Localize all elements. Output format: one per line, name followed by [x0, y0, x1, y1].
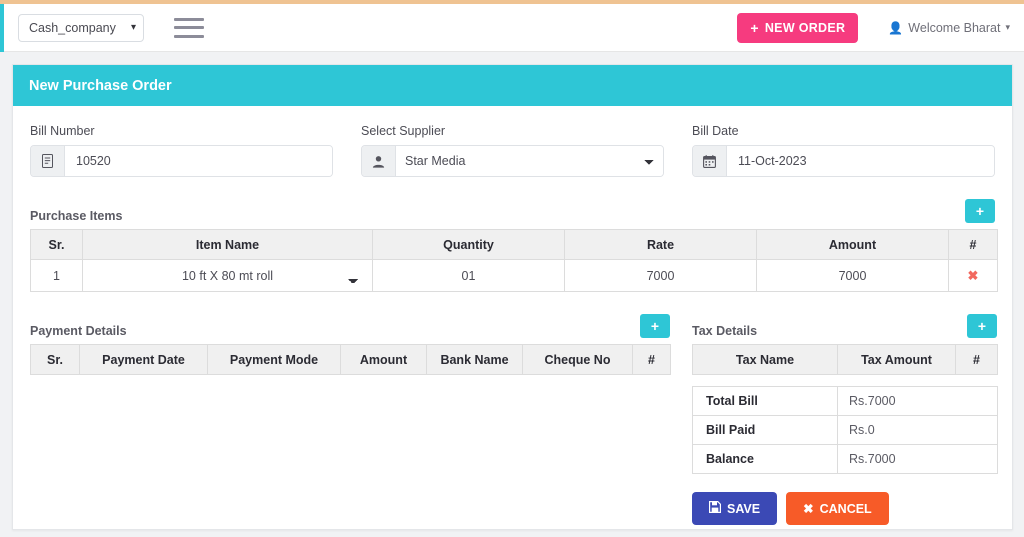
card-header: New Purchase Order: [13, 65, 1012, 106]
cell-item-name: 10 ft X 80 mt roll: [82, 259, 373, 292]
summary-row-total-bill: Total Bill Rs.7000: [692, 386, 998, 416]
new-order-button-label: NEW ORDER: [764, 20, 846, 35]
user-icon: [362, 146, 396, 176]
hamburger-menu-icon[interactable]: [174, 17, 204, 38]
summary-value-balance: Rs.7000: [837, 444, 998, 474]
hamburger-bar: [174, 17, 204, 21]
user-menu-label: Welcome Bharat: [908, 20, 1001, 35]
user-menu[interactable]: 👤 Welcome Bharat ▾: [888, 21, 1010, 35]
navbar-right-group: + NEW ORDER 👤 Welcome Bharat ▾: [737, 12, 1024, 43]
col-rate: Rate: [564, 229, 757, 260]
col-amount: Amount: [756, 229, 949, 260]
bill-number-input[interactable]: [65, 146, 332, 176]
hamburger-bar: [174, 34, 204, 38]
user-icon: 👤: [888, 20, 904, 35]
supplier-select[interactable]: Star Media: [396, 146, 663, 176]
chevron-down-icon: ▾: [130, 22, 136, 33]
payment-details-header-row: Sr. Payment Date Payment Mode Amount Ban…: [30, 344, 671, 375]
summary-row-bill-paid: Bill Paid Rs.0: [692, 415, 998, 445]
cancel-button-label: CANCEL: [819, 501, 872, 516]
save-button-label: SAVE: [727, 501, 761, 516]
cell-rate[interactable]: 7000: [564, 259, 757, 292]
col-sr: Sr.: [30, 344, 80, 375]
app-page: Cash_company ▾ + NEW ORDER 👤 Welcome Bha…: [0, 0, 1024, 537]
save-icon: [709, 501, 721, 516]
tax-details-title: Tax Details: [692, 324, 758, 338]
bill-summary-table: Total Bill Rs.7000 Bill Paid Rs.0 Balanc…: [692, 386, 998, 474]
col-actions: #: [632, 344, 671, 375]
bill-number-group: Bill Number: [30, 124, 333, 177]
summary-value-bill-paid: Rs.0: [837, 415, 998, 445]
col-actions: #: [955, 344, 998, 375]
col-actions: #: [948, 229, 998, 260]
summary-label-bill-paid: Bill Paid: [692, 415, 838, 445]
tax-details-header: Tax Details +: [692, 314, 997, 338]
summary-label-total-bill: Total Bill: [692, 386, 838, 416]
supplier-input-group: Star Media: [361, 145, 664, 177]
col-sr: Sr.: [30, 229, 83, 260]
col-cheque-no: Cheque No: [522, 344, 633, 375]
tax-details-section: Tax Details + Tax Name Tax Amount # Tota…: [692, 292, 998, 525]
col-tax-name: Tax Name: [692, 344, 838, 375]
payment-details-header: Payment Details +: [30, 314, 670, 338]
summary-value-total-bill: Rs.7000: [837, 386, 998, 416]
company-selector[interactable]: Cash_company ▾: [18, 13, 144, 42]
cell-sr: 1: [30, 259, 83, 292]
card-body: Bill Number 10520 Select Supplier Star M…: [13, 106, 1012, 525]
col-bank-name: Bank Name: [426, 344, 523, 375]
form-actions: SAVE ✖ CANCEL: [692, 492, 997, 525]
purchase-order-card: New Purchase Order Bill Number 10520 Sel…: [12, 64, 1013, 530]
bill-number-input-group: [30, 145, 333, 177]
purchase-items-title: Purchase Items: [30, 209, 123, 223]
cell-delete: ✖: [948, 259, 998, 292]
item-name-select[interactable]: 10 ft X 80 mt roll: [83, 268, 372, 283]
table-row: 1 10 ft X 80 mt roll 01 7000 7000 ✖: [30, 259, 998, 292]
purchase-items-header: Purchase Items +: [30, 199, 995, 223]
purchase-items-table: Sr. Item Name Quantity Rate Amount # 1 1…: [30, 229, 998, 292]
cell-quantity[interactable]: 01: [372, 259, 565, 292]
top-navbar: Cash_company ▾ + NEW ORDER 👤 Welcome Bha…: [4, 4, 1024, 52]
purchase-items-header-row: Sr. Item Name Quantity Rate Amount #: [30, 229, 998, 260]
bill-date-label: Bill Date: [692, 124, 739, 138]
bill-date-input[interactable]: [727, 146, 994, 176]
bill-date-group: Bill Date: [692, 124, 995, 177]
save-button[interactable]: SAVE: [692, 492, 778, 525]
hamburger-bar: [174, 26, 204, 29]
col-amount: Amount: [340, 344, 427, 375]
bill-date-input-group: [692, 145, 995, 177]
tax-details-table: Tax Name Tax Amount #: [692, 344, 998, 375]
payment-details-section: Payment Details + Sr. Payment Date Payme…: [30, 292, 671, 525]
company-selector-label: Cash_company: [29, 20, 116, 35]
col-quantity: Quantity: [372, 229, 565, 260]
add-tax-button[interactable]: +: [967, 314, 997, 338]
col-item-name: Item Name: [82, 229, 373, 260]
summary-label-balance: Balance: [692, 444, 838, 474]
calendar-icon: [693, 146, 727, 176]
tax-details-header-row: Tax Name Tax Amount #: [692, 344, 998, 375]
plus-icon: +: [750, 19, 759, 36]
supplier-group: Select Supplier Star Media: [361, 124, 664, 177]
add-purchase-item-button[interactable]: +: [965, 199, 995, 223]
lower-columns: Payment Details + Sr. Payment Date Payme…: [30, 292, 998, 525]
form-row: Bill Number 10520 Select Supplier Star M…: [30, 124, 995, 177]
delete-row-icon[interactable]: ✖: [968, 268, 979, 283]
cancel-button[interactable]: ✖ CANCEL: [786, 492, 889, 525]
document-icon: [31, 146, 65, 176]
summary-row-balance: Balance Rs.7000: [692, 444, 998, 474]
new-order-button[interactable]: + NEW ORDER: [737, 12, 859, 43]
add-payment-button[interactable]: +: [640, 314, 670, 338]
col-tax-amount: Tax Amount: [837, 344, 956, 375]
col-payment-date: Payment Date: [79, 344, 208, 375]
bill-number-label: Bill Number: [30, 124, 95, 138]
chevron-down-icon: ▾: [1005, 22, 1010, 32]
page-title: New Purchase Order: [29, 77, 172, 94]
cell-amount: 7000: [756, 259, 949, 292]
col-payment-mode: Payment Mode: [207, 344, 341, 375]
payment-details-table: Sr. Payment Date Payment Mode Amount Ban…: [30, 344, 671, 375]
close-icon: ✖: [803, 502, 814, 516]
payment-details-title: Payment Details: [30, 324, 127, 338]
supplier-label: Select Supplier: [361, 124, 446, 138]
